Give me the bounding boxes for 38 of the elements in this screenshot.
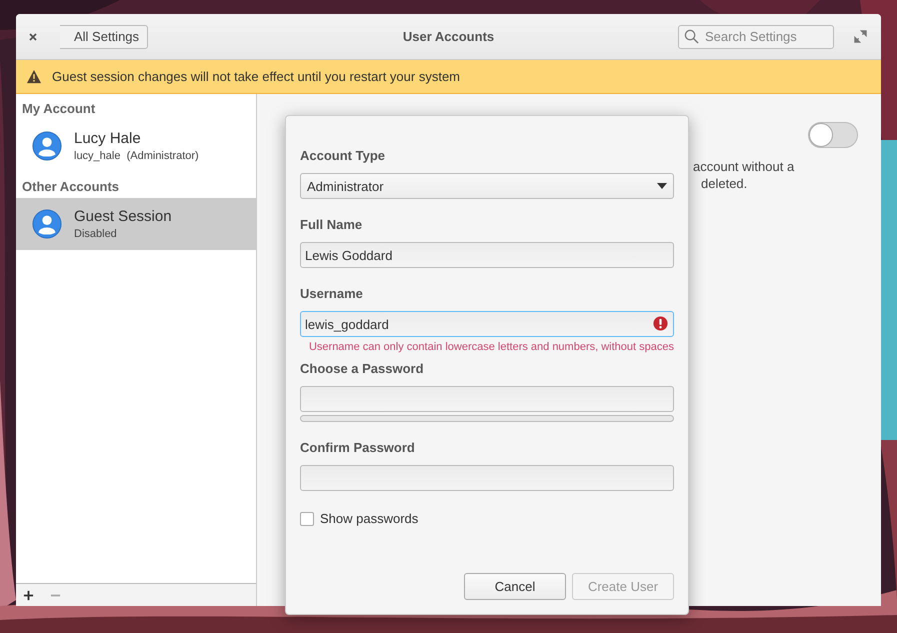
- field-label: Full Name: [300, 217, 364, 232]
- maximize-icon[interactable]: [854, 30, 867, 43]
- field-label: Choose a Password: [300, 361, 425, 376]
- error-icon: [653, 316, 668, 331]
- field-label: Confirm Password: [300, 440, 416, 455]
- input-field[interactable]: lewis_goddard: [300, 311, 674, 337]
- password-field[interactable]: [300, 465, 674, 491]
- field-label: Username: [300, 286, 364, 301]
- account-detail: Disabled: [74, 228, 118, 240]
- account-item[interactable]: Guest Session Disabled: [16, 198, 256, 250]
- account-item[interactable]: Lucy Hale lucy_hale (Administrator): [16, 120, 256, 172]
- search-icon: [684, 28, 699, 44]
- account-name: Lucy Hale: [74, 130, 142, 147]
- description-text: deleted.: [701, 176, 748, 191]
- user-avatar-icon: [32, 131, 62, 161]
- description-text: account without a: [693, 159, 794, 174]
- error-message: Username can only contain lowercase letters and numbers, without spaces: [308, 341, 674, 353]
- account-type-dropdown[interactable]: Administrator: [300, 173, 674, 199]
- search-field[interactable]: Search Settings: [678, 24, 834, 48]
- user-avatar-icon: [32, 209, 62, 239]
- warning-icon: [26, 69, 42, 84]
- cancel-button[interactable]: Cancel: [464, 573, 566, 600]
- warning-message: Guest session changes will not take effect until you restart your system: [52, 69, 460, 84]
- checkbox-label: Show passwords: [320, 511, 418, 526]
- close-icon[interactable]: [28, 32, 38, 42]
- account-detail: lucy_hale (Administrator): [74, 150, 199, 162]
- caret-icon: [657, 183, 667, 189]
- account-name: Guest Session: [74, 208, 172, 225]
- section-heading: My Account: [21, 100, 96, 118]
- checkbox[interactable]: [300, 512, 314, 526]
- window-title: User Accounts: [402, 29, 494, 44]
- section-heading: Other Accounts: [21, 178, 120, 196]
- toggle-switch[interactable]: [808, 122, 858, 148]
- add-icon[interactable]: [23, 590, 34, 600]
- back-button[interactable]: All Settings: [60, 24, 148, 48]
- password-field[interactable]: [300, 386, 674, 412]
- field-label: Account Type: [300, 148, 386, 163]
- input-field[interactable]: Lewis Goddard: [300, 242, 674, 268]
